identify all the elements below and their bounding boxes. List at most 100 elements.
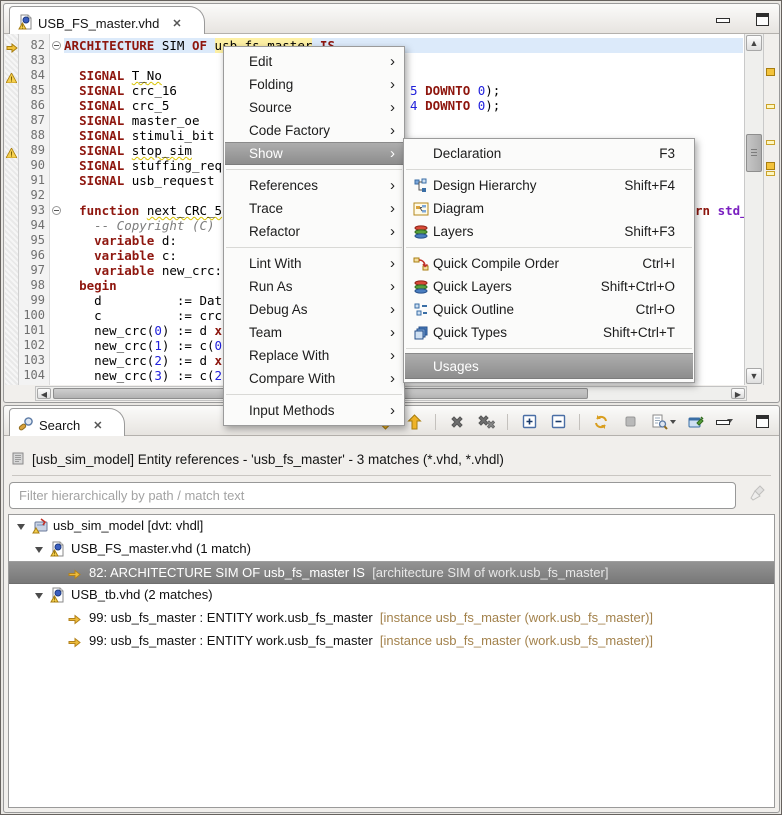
menu-item-quick-types[interactable]: Quick Types Shift+Ctrl+T	[405, 321, 693, 344]
menu-item-source[interactable]: Source ›	[225, 96, 403, 119]
fold-marker[interactable]	[52, 41, 61, 50]
vertical-scrollbar-thumb[interactable]	[746, 134, 762, 172]
context-menu: Edit › Folding › Source › Code Factory › Show › Re…	[223, 46, 405, 426]
submenu-arrow-icon: ›	[390, 223, 395, 240]
search-result-tree[interactable]: usb_sim_model [dvt: vhdl] ! USB_FS_master.…	[8, 514, 775, 808]
line-number: 88	[30, 128, 45, 142]
menu-item-trace[interactable]: Trace ›	[225, 197, 403, 220]
folding-ruler[interactable]	[50, 34, 64, 385]
overview-annotation-mark[interactable]	[766, 171, 775, 176]
code-line: new_crc(0) := d x	[64, 323, 223, 338]
dropdown-chevron-icon[interactable]	[669, 419, 676, 424]
menu-item-label: Input Methods	[249, 403, 335, 418]
tree-row-label: usb_sim_model [dvt: vhdl]	[53, 518, 204, 533]
menu-item-label: Show	[249, 146, 283, 161]
maximize-view-button[interactable]	[756, 13, 769, 26]
tree-node-row[interactable]: usb_sim_model [dvt: vhdl]	[9, 515, 774, 538]
menu-item-team[interactable]: Team ›	[225, 321, 403, 344]
submenu-arrow-icon: ›	[390, 200, 395, 217]
remove-all-matches-icon[interactable]	[475, 411, 497, 432]
annotation-ruler[interactable]: !!	[5, 34, 19, 385]
tree-row-label: 99: usb_fs_master : ENTITY work.usb_fs_m…	[89, 610, 654, 625]
minimize-search-view-button[interactable]	[716, 420, 730, 425]
tree-node-row[interactable]: ! USB_FS_master.vhd (1 match)	[9, 538, 774, 561]
scroll-down-icon[interactable]: ▼	[746, 368, 762, 384]
menu-item-design-hierarchy[interactable]: Design Hierarchy Shift+F4	[405, 174, 693, 197]
menu-item-diagram[interactable]: Diagram	[405, 197, 693, 220]
clear-filter-icon[interactable]	[750, 485, 766, 506]
overview-annotation-mark[interactable]	[766, 140, 775, 145]
fold-marker[interactable]	[52, 206, 61, 215]
code-line: SIGNAL stop_sim	[79, 143, 192, 158]
menu-item-refactor[interactable]: Refactor ›	[225, 220, 403, 243]
warning-icon[interactable]: !	[5, 145, 18, 163]
line-number: 103	[23, 353, 45, 367]
menu-item-debug-as[interactable]: Debug As ›	[225, 298, 403, 321]
show-submenu: Declaration F3 Design Hierarchy Shift+F4 Dia…	[403, 138, 695, 383]
menu-item-label: Quick Outline	[433, 302, 515, 317]
menu-item-label: Declaration	[433, 146, 502, 161]
previous-match-icon[interactable]	[403, 411, 425, 432]
menu-item-run-as[interactable]: Run As ›	[225, 275, 403, 298]
match-context-annotation: [architecture SIM of work.usb_fs_master]	[364, 565, 609, 580]
search-match-row[interactable]: 99: usb_fs_master : ENTITY work.usb_fs_m…	[9, 630, 774, 653]
pin-search-view-icon[interactable]	[685, 411, 707, 432]
expander-icon[interactable]	[17, 524, 25, 530]
maximize-search-view-button[interactable]	[756, 415, 769, 428]
menu-item-usages[interactable]: Usages	[405, 353, 693, 379]
cancel-search-icon[interactable]	[619, 411, 641, 432]
menu-item-declaration[interactable]: Declaration F3	[405, 142, 693, 165]
code-line: variable new_crc:	[94, 263, 223, 278]
line-number: 90	[30, 158, 45, 172]
expand-all-icon[interactable]	[518, 411, 540, 432]
menu-item-show[interactable]: Show ›	[225, 142, 403, 165]
search-match-row[interactable]: 99: usb_fs_master : ENTITY work.usb_fs_m…	[9, 607, 774, 630]
toolbar-separator	[507, 413, 508, 430]
filter-input[interactable]	[9, 482, 736, 509]
warning-icon[interactable]: !	[5, 70, 18, 88]
close-tab-icon[interactable]: ✕	[172, 17, 181, 30]
menu-item-label: Trace	[249, 201, 284, 216]
vertical-scrollbar[interactable]: ▲ ▼	[744, 34, 764, 385]
search-match-row[interactable]: 82: ARCHITECTURE SIM OF usb_fs_master IS…	[9, 561, 774, 584]
menu-item-edit[interactable]: Edit ›	[225, 50, 403, 73]
menu-item-compare-with[interactable]: Compare With ›	[225, 367, 403, 390]
overview-annotation-mark[interactable]	[766, 104, 775, 109]
remove-selected-matches-icon[interactable]	[446, 411, 468, 432]
menu-item-input-methods[interactable]: Input Methods ›	[225, 399, 403, 422]
tree-node-row[interactable]: ! USB_tb.vhd (2 matches)	[9, 584, 774, 607]
overview-ruler[interactable]	[764, 34, 778, 385]
minimize-view-button[interactable]	[716, 18, 730, 23]
scroll-left-icon[interactable]: ◀	[37, 388, 51, 399]
expander-icon[interactable]	[35, 593, 43, 599]
vhd-file-icon: !	[50, 541, 65, 560]
menu-item-label: Design Hierarchy	[433, 178, 537, 193]
line-number: 92	[30, 188, 45, 202]
submenu-arrow-icon: ›	[390, 177, 395, 194]
expander-icon[interactable]	[35, 547, 43, 553]
code-line-fragment: 4 DOWNTO 0);	[410, 98, 501, 113]
menu-item-folding[interactable]: Folding ›	[225, 73, 403, 96]
previous-searches-icon[interactable]	[648, 411, 678, 432]
menu-item-label: Lint With	[249, 256, 302, 271]
menu-item-quick-outline[interactable]: Quick Outline Ctrl+O	[405, 298, 693, 321]
search-tab[interactable]: Search ✕	[9, 408, 126, 436]
menu-item-layers[interactable]: Layers Shift+F3	[405, 220, 693, 243]
submenu-arrow-icon: ›	[390, 76, 395, 93]
menu-item-quick-layers[interactable]: Quick Layers Shift+Ctrl+O	[405, 275, 693, 298]
menu-item-lint-with[interactable]: Lint With ›	[225, 252, 403, 275]
menu-item-replace-with[interactable]: Replace With ›	[225, 344, 403, 367]
scroll-right-icon[interactable]: ▶	[731, 388, 745, 399]
menu-item-shortcut: Ctrl+O	[635, 302, 675, 317]
occurrence-arrow-icon[interactable]	[6, 40, 18, 58]
menu-item-code-factory[interactable]: Code Factory ›	[225, 119, 403, 142]
scroll-up-icon[interactable]: ▲	[746, 35, 762, 51]
run-search-again-icon[interactable]	[590, 411, 612, 432]
menu-item-references[interactable]: References ›	[225, 174, 403, 197]
overview-annotation-mark[interactable]	[766, 162, 775, 170]
overview-annotation-mark[interactable]	[766, 68, 775, 76]
editor-tab[interactable]: ! USB_FS_master.vhd ✕	[9, 6, 205, 34]
close-search-tab-icon[interactable]: ✕	[93, 419, 102, 432]
menu-item-quick-compile-order[interactable]: Quick Compile Order Ctrl+I	[405, 252, 693, 275]
collapse-all-icon[interactable]	[547, 411, 569, 432]
